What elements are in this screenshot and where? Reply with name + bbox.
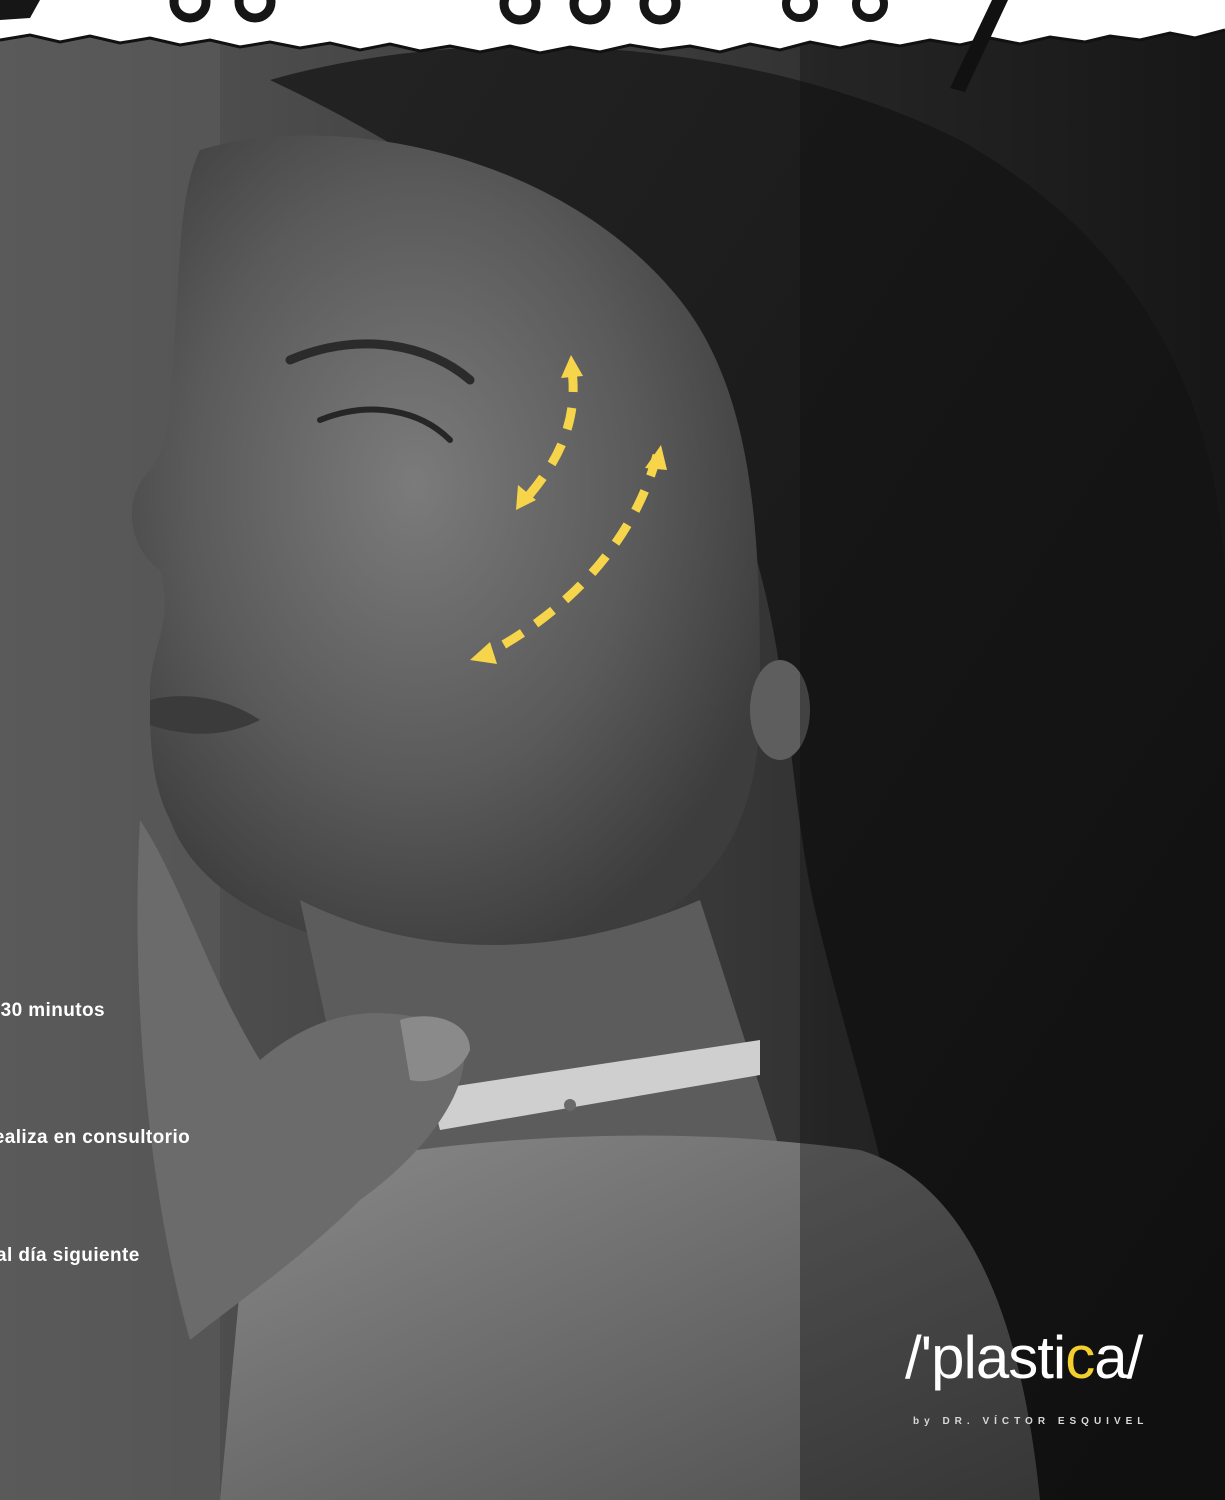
- logo-word-part: /'plasti: [905, 1324, 1066, 1391]
- dashed-double-arrow-icon: [470, 355, 667, 664]
- fact-recovery: al día siguiente: [0, 1245, 140, 1266]
- treatment-poster: na 30 minutos realiza en consultorio al …: [0, 0, 1225, 1500]
- plastica-logo: /'plastica/ by DR. VÍCTOR ESQUIVEL: [905, 1328, 1195, 1438]
- logo-tagline: by DR. VÍCTOR ESQUIVEL: [913, 1416, 1149, 1427]
- logo-word-part: a/: [1094, 1324, 1143, 1391]
- logo-word-accent: c: [1065, 1324, 1095, 1391]
- logo-wordmark: /'plastica/: [905, 1328, 1143, 1388]
- fact-location: realiza en consultorio: [0, 1127, 191, 1148]
- fact-duration: na 30 minutos: [0, 1000, 105, 1021]
